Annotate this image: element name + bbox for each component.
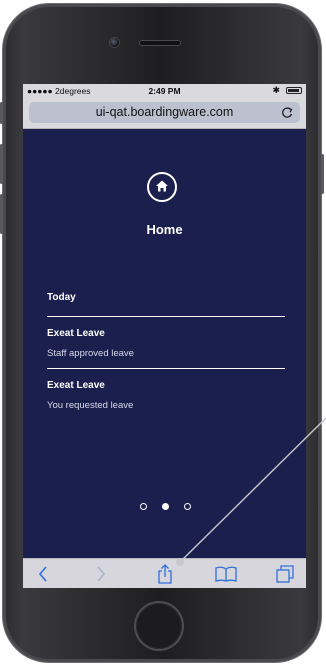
callout-pointer: [176, 417, 326, 566]
home-button[interactable]: [136, 603, 182, 649]
